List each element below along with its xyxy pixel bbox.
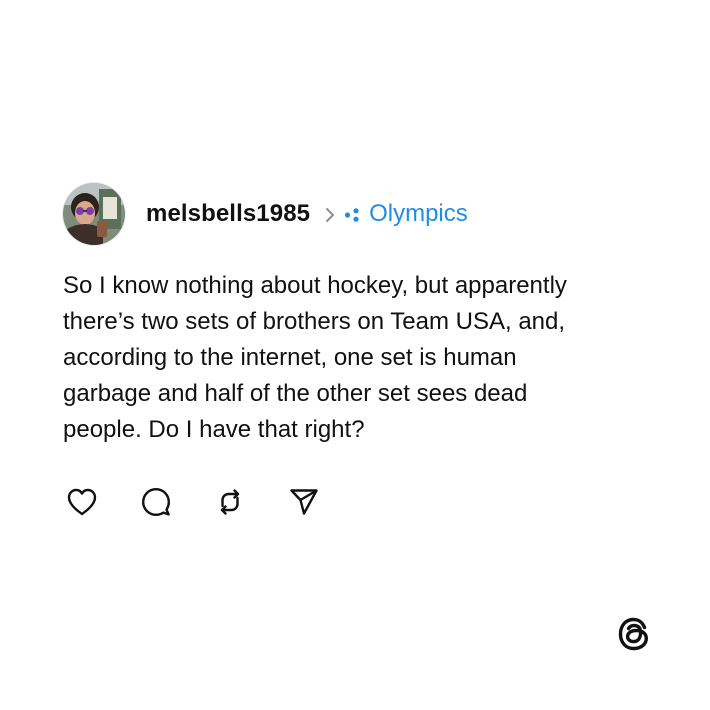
topic-tag[interactable]: Olympics [344,200,468,228]
post-text: So I know nothing about hockey, but appa… [63,272,567,443]
topic-dots-icon [344,207,362,223]
post-actions [66,486,663,518]
profile-photo [63,183,125,245]
avatar[interactable] [63,183,125,245]
post-header: melsbells1985 Olympics [63,182,663,246]
author-username[interactable]: melsbells1985 [146,200,310,228]
topic-label: Olympics [369,200,468,227]
reply-button[interactable] [140,486,172,518]
share-button[interactable] [288,486,320,518]
send-icon [290,489,318,515]
threads-post: melsbells1985 Olympics So I know nothing… [63,182,663,518]
chevron-right-icon [324,207,336,223]
comment-icon [142,488,170,516]
repost-icon [220,489,240,515]
repost-button[interactable] [214,486,246,518]
heart-icon [67,488,97,516]
like-button[interactable] [66,486,98,518]
threads-logo-icon [614,614,654,654]
